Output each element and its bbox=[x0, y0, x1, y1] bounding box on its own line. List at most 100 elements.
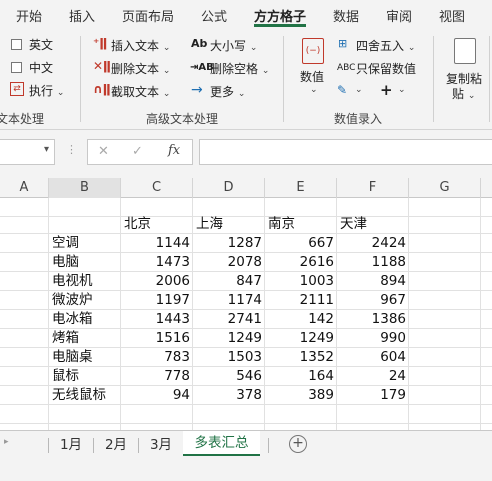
column-header-c[interactable]: C bbox=[121, 178, 193, 198]
execute-button[interactable]: 执行 ⌄ bbox=[29, 82, 64, 99]
value-cell[interactable]: 1287 bbox=[193, 234, 265, 253]
english-checkbox[interactable] bbox=[11, 39, 22, 50]
tab-home[interactable]: 开始 bbox=[16, 6, 42, 25]
english-label[interactable]: 英文 bbox=[29, 36, 53, 53]
value-cell[interactable]: 2078 bbox=[193, 253, 265, 272]
value-cell[interactable]: 1249 bbox=[193, 329, 265, 348]
drag-handle-icon[interactable]: ⋮ bbox=[66, 143, 77, 156]
product-cell[interactable]: 空调 bbox=[49, 234, 121, 253]
column-header-g[interactable]: G bbox=[409, 178, 481, 198]
value-cell[interactable]: 1516 bbox=[121, 329, 193, 348]
product-cell[interactable]: 微波炉 bbox=[49, 291, 121, 310]
chevron-down-icon[interactable]: ⌄ bbox=[355, 85, 363, 95]
tab-page-layout[interactable]: 页面布局 bbox=[122, 6, 174, 25]
value-cell[interactable]: 1503 bbox=[193, 348, 265, 367]
tab-fangfang[interactable]: 方方格子 bbox=[254, 6, 306, 25]
cancel-icon[interactable]: ✕ bbox=[98, 144, 109, 159]
product-cell[interactable]: 鼠标 bbox=[49, 367, 121, 386]
value-cell[interactable]: 1443 bbox=[121, 310, 193, 329]
advanced-text-group-label: 高级文本处理 bbox=[146, 112, 219, 126]
header-cell[interactable]: 天津 bbox=[337, 215, 409, 234]
round-button[interactable]: 四舍五入 ⌄ bbox=[356, 37, 415, 54]
value-cell[interactable]: 1144 bbox=[121, 234, 193, 253]
value-cell[interactable]: 2111 bbox=[265, 291, 337, 310]
value-cell[interactable]: 604 bbox=[337, 348, 409, 367]
tab-formulas[interactable]: 公式 bbox=[201, 6, 227, 25]
tab-data[interactable]: 数据 bbox=[333, 6, 359, 25]
spreadsheet-grid[interactable]: A B C D E F G 北京 上海 南京 天津 空调 1144 1287 6… bbox=[0, 178, 492, 430]
product-cell[interactable]: 烤箱 bbox=[49, 329, 121, 348]
insert-text-button[interactable]: 插入文本 ⌄ bbox=[111, 37, 170, 54]
value-cell[interactable]: 179 bbox=[337, 386, 409, 405]
value-cell[interactable]: 847 bbox=[193, 272, 265, 291]
numeric-icon: (−) bbox=[302, 38, 324, 64]
product-cell[interactable]: 电脑桌 bbox=[49, 348, 121, 367]
sheet-tab-jan[interactable]: 1月 bbox=[49, 436, 93, 456]
value-cell[interactable]: 1386 bbox=[337, 310, 409, 329]
value-cell[interactable]: 1188 bbox=[337, 253, 409, 272]
value-cell[interactable]: 894 bbox=[337, 272, 409, 291]
chinese-label[interactable]: 中文 bbox=[29, 59, 53, 76]
tab-insert[interactable]: 插入 bbox=[69, 6, 95, 25]
chevron-down-icon[interactable]: ⌄ bbox=[310, 85, 318, 95]
header-cell[interactable]: 上海 bbox=[193, 215, 265, 234]
product-cell[interactable]: 无线鼠标 bbox=[49, 386, 121, 405]
sheet-tab-summary[interactable]: 多表汇总 bbox=[183, 431, 260, 456]
keep-numeric-button[interactable]: 只保留数值 bbox=[356, 60, 416, 77]
header-cell[interactable]: 南京 bbox=[265, 215, 337, 234]
column-header-a[interactable]: A bbox=[0, 178, 49, 198]
product-cell[interactable]: 电冰箱 bbox=[49, 310, 121, 329]
value-cell[interactable]: 24 bbox=[337, 367, 409, 386]
column-header-b[interactable]: B bbox=[49, 178, 121, 198]
value-cell[interactable]: 142 bbox=[265, 310, 337, 329]
value-cell[interactable]: 1249 bbox=[265, 329, 337, 348]
sheet-tab-feb[interactable]: 2月 bbox=[94, 436, 138, 456]
value-cell[interactable]: 2006 bbox=[121, 272, 193, 291]
enter-icon[interactable]: ✓ bbox=[132, 144, 143, 159]
column-header-d[interactable]: D bbox=[193, 178, 265, 198]
value-cell[interactable]: 1003 bbox=[265, 272, 337, 291]
value-cell[interactable]: 667 bbox=[265, 234, 337, 253]
fx-icon[interactable]: fx bbox=[168, 143, 180, 158]
value-cell[interactable]: 2616 bbox=[265, 253, 337, 272]
tab-review[interactable]: 审阅 bbox=[386, 6, 412, 25]
value-cell[interactable]: 990 bbox=[337, 329, 409, 348]
chevron-down-icon[interactable]: ⌄ bbox=[398, 85, 406, 95]
value-cell[interactable]: 1197 bbox=[121, 291, 193, 310]
value-cell[interactable]: 389 bbox=[265, 386, 337, 405]
copy-paste-label-2[interactable]: 贴 ⌄ bbox=[452, 85, 475, 102]
case-button[interactable]: 大小写 ⌄ bbox=[210, 37, 257, 54]
value-cell[interactable]: 2741 bbox=[193, 310, 265, 329]
column-header-e[interactable]: E bbox=[265, 178, 337, 198]
value-cell[interactable]: 1174 bbox=[193, 291, 265, 310]
value-cell[interactable]: 94 bbox=[121, 386, 193, 405]
value-cell[interactable]: 1473 bbox=[121, 253, 193, 272]
value-cell[interactable]: 378 bbox=[193, 386, 265, 405]
value-cell[interactable]: 2424 bbox=[337, 234, 409, 253]
add-sheet-icon[interactable]: + bbox=[289, 435, 307, 453]
column-header-f[interactable]: F bbox=[337, 178, 409, 198]
sheet-tab-mar[interactable]: 3月 bbox=[139, 436, 183, 456]
product-cell[interactable]: 电脑 bbox=[49, 253, 121, 272]
value-cell[interactable]: 546 bbox=[193, 367, 265, 386]
edit-icon[interactable]: ✎ bbox=[337, 83, 347, 97]
header-cell[interactable]: 北京 bbox=[121, 215, 193, 234]
extract-text-button[interactable]: 截取文本 ⌄ bbox=[111, 83, 170, 100]
more-button[interactable]: 更多 ⌄ bbox=[210, 83, 245, 100]
value-cell[interactable]: 967 bbox=[337, 291, 409, 310]
tab-view[interactable]: 视图 bbox=[439, 6, 465, 25]
scroll-left-icon[interactable]: ▸ bbox=[4, 437, 9, 447]
delete-text-button[interactable]: 删除文本 ⌄ bbox=[111, 60, 170, 77]
chinese-checkbox[interactable] bbox=[11, 62, 22, 73]
value-cell[interactable]: 783 bbox=[121, 348, 193, 367]
numeric-button[interactable]: 数值 bbox=[300, 68, 324, 85]
name-box[interactable]: ▾ bbox=[0, 139, 55, 165]
value-cell[interactable]: 778 bbox=[121, 367, 193, 386]
formula-input[interactable] bbox=[199, 139, 492, 165]
delete-space-button[interactable]: 删除空格 ⌄ bbox=[210, 60, 269, 77]
chevron-down-icon[interactable]: ▾ bbox=[44, 144, 49, 155]
product-cell[interactable]: 电视机 bbox=[49, 272, 121, 291]
value-cell[interactable]: 164 bbox=[265, 367, 337, 386]
value-cell[interactable]: 1352 bbox=[265, 348, 337, 367]
plus-button[interactable]: + bbox=[380, 81, 393, 99]
